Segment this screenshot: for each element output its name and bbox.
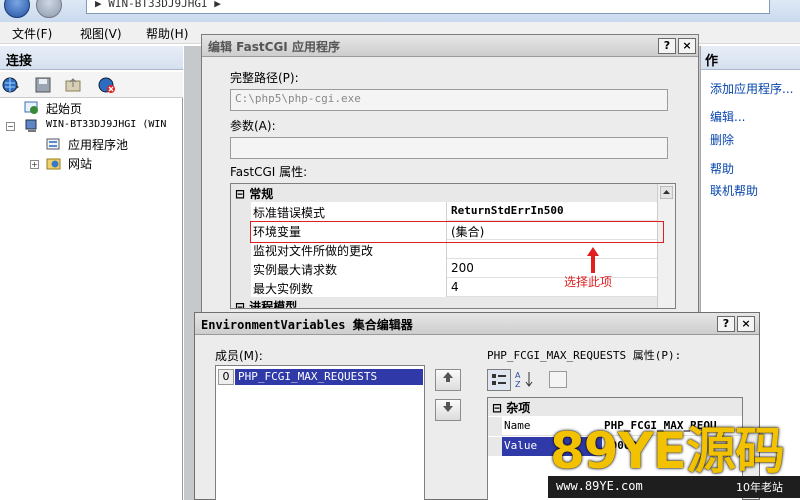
members-list[interactable]: 0 PHP_FCGI_MAX_REQUESTS (215, 365, 425, 500)
svg-text:A: A (515, 371, 521, 380)
connections-header: 连接 (0, 46, 183, 70)
category-label: 杂项 (506, 401, 531, 415)
tree-item-label: 应用程序池 (68, 138, 129, 152)
row-gutter (231, 240, 251, 259)
arrow-down-icon (443, 402, 453, 412)
annotation-arrow-icon (587, 247, 599, 273)
menu-file[interactable]: 文件(F) (12, 25, 52, 42)
svg-text:Z: Z (515, 380, 521, 389)
full-path-field[interactable]: C:\php5\php-cgi.exe (230, 89, 668, 111)
collapse-icon[interactable]: − (6, 122, 15, 131)
move-down-button[interactable] (435, 399, 461, 421)
disconnect-icon[interactable] (98, 76, 116, 94)
property-name: 最大实例数 (251, 278, 447, 297)
server-icon (25, 119, 37, 132)
back-button[interactable] (4, 0, 30, 18)
sort-alpha-icon: AZ (515, 371, 533, 389)
address-bar-area: ▶ WIN-BT33DJ9JHGI ▶ (0, 0, 800, 22)
property-value[interactable]: ReturnStdErrIn500 (449, 202, 654, 221)
category-general[interactable]: ⊟ 常规 (231, 184, 675, 202)
categorized-icon (492, 374, 506, 385)
row-gutter (488, 417, 502, 436)
annotation-text: 选择此项 (564, 275, 613, 289)
sites-folder-icon (46, 158, 61, 170)
property-value[interactable]: 4 (449, 278, 654, 297)
property-row[interactable]: 标准错误模式 ReturnStdErrIn500 (231, 202, 657, 221)
close-button[interactable]: × (678, 38, 696, 54)
vertical-scrollbar[interactable] (657, 184, 675, 308)
members-label: 成员(M): (215, 349, 263, 363)
dialog-title: EnvironmentVariables 集合编辑器 (195, 313, 759, 335)
forward-button[interactable] (36, 0, 62, 18)
watermark-logo: 89YE源码 (550, 422, 785, 480)
property-pages-icon[interactable] (549, 371, 567, 388)
action-add-application[interactable]: 添加应用程序... (710, 80, 793, 97)
action-delete[interactable]: 删除 (710, 131, 734, 148)
member-index: 0 (218, 369, 234, 385)
category-misc[interactable]: ⊟ 杂项 (488, 398, 742, 416)
row-gutter (488, 437, 502, 456)
arguments-field[interactable] (230, 137, 668, 159)
collapse-icon[interactable]: ⊟ (235, 187, 245, 201)
property-value[interactable]: 200 (449, 259, 654, 278)
row-gutter (231, 202, 251, 221)
menu-view[interactable]: 视图(V) (80, 25, 122, 42)
close-button[interactable]: × (737, 316, 755, 332)
member-item[interactable]: PHP_FCGI_MAX_REQUESTS (235, 369, 423, 385)
row-gutter (231, 278, 251, 297)
property-name: 标准错误模式 (251, 202, 447, 221)
property-grid: ⊟ 常规 标准错误模式 ReturnStdErrIn500 环境变量 (集合) … (230, 183, 676, 309)
app-pool-icon (46, 138, 60, 150)
tree-item-label: 起始页 (46, 102, 83, 116)
up-folder-icon[interactable] (64, 76, 82, 94)
connections-toolbar (0, 72, 183, 98)
category-label: 常规 (249, 187, 274, 201)
property-name: 实例最大请求数 (251, 259, 447, 278)
arguments-label: 参数(A): (230, 119, 276, 133)
scroll-up-icon[interactable] (660, 186, 673, 199)
help-button[interactable]: ? (717, 316, 735, 332)
save-icon[interactable] (34, 76, 52, 94)
row-gutter (231, 259, 251, 278)
help-button[interactable]: ? (658, 38, 676, 54)
alphabetical-button[interactable]: AZ (513, 369, 537, 391)
arrow-up-icon (443, 372, 453, 382)
category-label: 进程模型 (249, 300, 298, 309)
category-process-model[interactable]: ⊟ 进程模型 (231, 297, 657, 309)
actions-header: 作 (701, 46, 800, 70)
watermark-site-bar: www.89YE.com 10年老站 (548, 476, 800, 498)
edit-fastcgi-dialog: 编辑 FastCGI 应用程序 ? × 完整路径(P): C:\php5\php… (201, 34, 699, 320)
start-page-icon (24, 101, 38, 114)
expand-icon[interactable]: + (30, 160, 39, 169)
watermark: 89YE源码 www.89YE.com 10年老站 (548, 422, 800, 500)
dialog-title: 编辑 FastCGI 应用程序 (202, 35, 698, 57)
full-path-label: 完整路径(P): (230, 71, 299, 85)
watermark-tag: 10年老站 (736, 481, 783, 494)
action-edit[interactable]: 编辑... (710, 108, 745, 125)
watermark-site: www.89YE.com (556, 479, 643, 493)
fastcgi-properties-label: FastCGI 属性: (230, 165, 308, 179)
menu-help[interactable]: 帮助(H) (146, 25, 188, 42)
highlight-box (250, 221, 664, 243)
action-help[interactable]: 帮助 (710, 160, 734, 177)
properties-label: PHP_FCGI_MAX_REQUESTS 属性(P): (487, 349, 682, 362)
tree-item-label: 网站 (68, 157, 93, 171)
connect-globe-icon[interactable] (2, 76, 20, 94)
collapse-icon[interactable]: ⊟ (235, 300, 245, 308)
categorized-button[interactable] (487, 369, 511, 391)
collapse-icon[interactable]: ⊟ (492, 401, 502, 415)
move-up-button[interactable] (435, 369, 461, 391)
action-online-help[interactable]: 联机帮助 (710, 182, 758, 199)
address-field[interactable]: ▶ WIN-BT33DJ9JHGI ▶ (86, 0, 770, 14)
tree-item-label: WIN-BT33DJ9JHGI (WIN (46, 119, 167, 130)
row-gutter (231, 221, 251, 240)
connections-tree: 起始页 − WIN-BT33DJ9JHGI (WIN 应用程序池 + 网站 (0, 98, 183, 500)
